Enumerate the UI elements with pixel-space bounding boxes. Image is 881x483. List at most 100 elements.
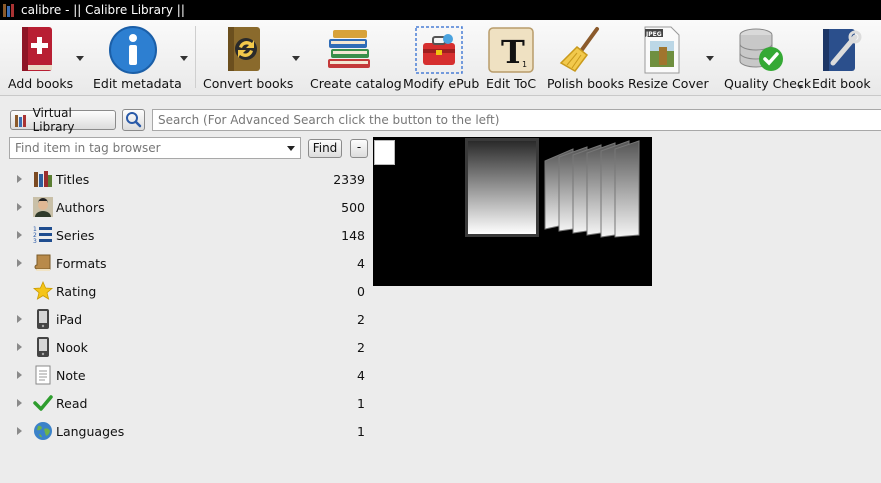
tag-count: 4 — [357, 256, 365, 271]
tag-row-series[interactable]: 123 Series 148 — [0, 221, 370, 249]
expand-arrow-icon[interactable] — [17, 343, 22, 351]
modify-epub-label: Modify ePub — [403, 76, 480, 91]
convert-icon — [228, 27, 260, 71]
tag-row-read[interactable]: Read 1 — [0, 389, 370, 417]
tag-label: Rating — [56, 284, 97, 299]
cover-placeholder — [374, 140, 395, 165]
tag-row-formats[interactable]: Formats 4 — [0, 249, 370, 277]
quality-check-button[interactable]: Quality Check — [724, 20, 811, 96]
globe-icon — [34, 422, 52, 440]
convert-books-label: Convert books — [203, 76, 294, 91]
main-toolbar: Add books Edit metadata Convert books Cr… — [0, 20, 881, 96]
quality-check-dropdown-arrow[interactable] — [797, 85, 803, 89]
tag-label: Series — [56, 228, 95, 243]
svg-text:JPEG: JPEG — [645, 31, 662, 38]
modify-epub-button[interactable]: Modify ePub — [403, 20, 479, 96]
tag-count: 2 — [357, 312, 365, 327]
calibre-app-icon — [3, 3, 17, 17]
expand-arrow-icon[interactable] — [17, 203, 22, 211]
create-catalog-button[interactable]: Create catalog — [310, 20, 402, 96]
tag-label: Authors — [56, 200, 105, 215]
tag-label: iPad — [56, 312, 83, 327]
numbered-list-icon: 123 — [33, 226, 52, 245]
resize-cover-button[interactable]: JPEG Resize Cover — [628, 20, 709, 96]
resize-cover-dropdown-arrow[interactable] — [706, 56, 714, 61]
tag-label: Read — [56, 396, 88, 411]
device-icon — [37, 337, 49, 357]
star-icon — [33, 281, 53, 300]
expand-arrow-icon[interactable] — [17, 175, 22, 183]
advanced-search-button[interactable] — [122, 109, 145, 131]
edit-toc-button[interactable]: T 1 Edit ToC — [486, 20, 536, 96]
tag-count: 2339 — [333, 172, 365, 187]
expand-arrow-icon[interactable] — [17, 259, 22, 267]
edit-metadata-label: Edit metadata — [93, 76, 182, 91]
svg-text:1: 1 — [522, 60, 527, 69]
tag-label: Languages — [56, 424, 125, 439]
window-titlebar: calibre - || Calibre Library || — [0, 0, 881, 20]
collapse-all-button[interactable]: - — [350, 139, 368, 158]
edit-toc-label: Edit ToC — [486, 76, 537, 91]
catalog-books-icon — [328, 30, 370, 68]
tag-count: 500 — [341, 200, 365, 215]
tag-label: Note — [56, 368, 86, 383]
resize-cover-label: Resize Cover — [628, 76, 709, 91]
tag-row-authors[interactable]: Authors 500 — [0, 193, 370, 221]
svg-text:3: 3 — [33, 238, 37, 245]
chevron-down-icon[interactable] — [287, 146, 295, 151]
expand-arrow-icon[interactable] — [17, 231, 22, 239]
virtual-library-label: Virtual Library — [32, 106, 75, 134]
tag-row-ipad[interactable]: iPad 2 — [0, 305, 370, 333]
expand-arrow-icon[interactable] — [17, 315, 22, 323]
find-button[interactable]: Find — [308, 139, 342, 158]
tag-row-languages[interactable]: Languages 1 — [0, 417, 370, 445]
book-format-icon — [34, 254, 51, 271]
info-icon — [109, 26, 157, 74]
convert-books-dropdown-arrow[interactable] — [292, 56, 300, 61]
note-page-icon — [35, 365, 51, 385]
tag-row-nook[interactable]: Nook 2 — [0, 333, 370, 361]
edit-metadata-button[interactable]: Edit metadata — [93, 20, 182, 96]
add-book-icon — [22, 27, 52, 71]
toolbox-icon — [415, 26, 463, 74]
tag-browser-find-input[interactable]: Find item in tag browser — [9, 137, 301, 159]
add-books-button[interactable]: Add books — [8, 20, 73, 96]
database-check-icon — [739, 28, 783, 71]
tag-row-titles[interactable]: Titles 2339 — [0, 165, 370, 193]
jpeg-file-icon: JPEG — [644, 26, 680, 74]
tag-count: 0 — [357, 284, 365, 299]
cover-flow-stack — [465, 138, 640, 238]
tag-count: 2 — [357, 340, 365, 355]
cover-browser[interactable] — [373, 137, 652, 286]
tag-row-rating[interactable]: Rating 0 — [0, 277, 370, 305]
polish-books-button[interactable]: Polish books — [547, 20, 624, 96]
tag-count: 1 — [357, 424, 365, 439]
tag-browser-find-placeholder: Find item in tag browser — [15, 141, 161, 155]
edit-book-button[interactable]: Edit book — [812, 20, 872, 96]
tag-row-note[interactable]: Note 4 — [0, 361, 370, 389]
edit-metadata-dropdown-arrow[interactable] — [180, 56, 188, 61]
create-catalog-label: Create catalog — [310, 76, 402, 91]
add-books-dropdown-arrow[interactable] — [76, 56, 84, 61]
polish-books-label: Polish books — [547, 76, 625, 91]
convert-books-button[interactable]: Convert books — [203, 20, 293, 96]
author-portrait-icon — [33, 197, 53, 217]
window-title: calibre - || Calibre Library || — [21, 3, 185, 17]
virtual-library-button[interactable]: Virtual Library — [10, 106, 116, 134]
toc-tile-icon: T 1 — [488, 27, 534, 73]
device-icon — [37, 309, 49, 329]
toolbar-separator — [195, 26, 196, 88]
edit-book-label: Edit book — [812, 76, 871, 91]
search-input[interactable]: Search (For Advanced Search click the bu… — [152, 109, 881, 131]
books-icon — [15, 114, 29, 127]
tag-label: Formats — [56, 256, 107, 271]
tag-count: 1 — [357, 396, 365, 411]
search-icon — [126, 112, 142, 128]
expand-arrow-icon[interactable] — [17, 371, 22, 379]
tag-count: 148 — [341, 228, 365, 243]
edit-book-icon — [823, 29, 862, 71]
expand-arrow-icon[interactable] — [17, 427, 22, 435]
broom-icon — [559, 27, 599, 72]
expand-arrow-icon[interactable] — [17, 399, 22, 407]
tag-label: Titles — [56, 172, 90, 187]
